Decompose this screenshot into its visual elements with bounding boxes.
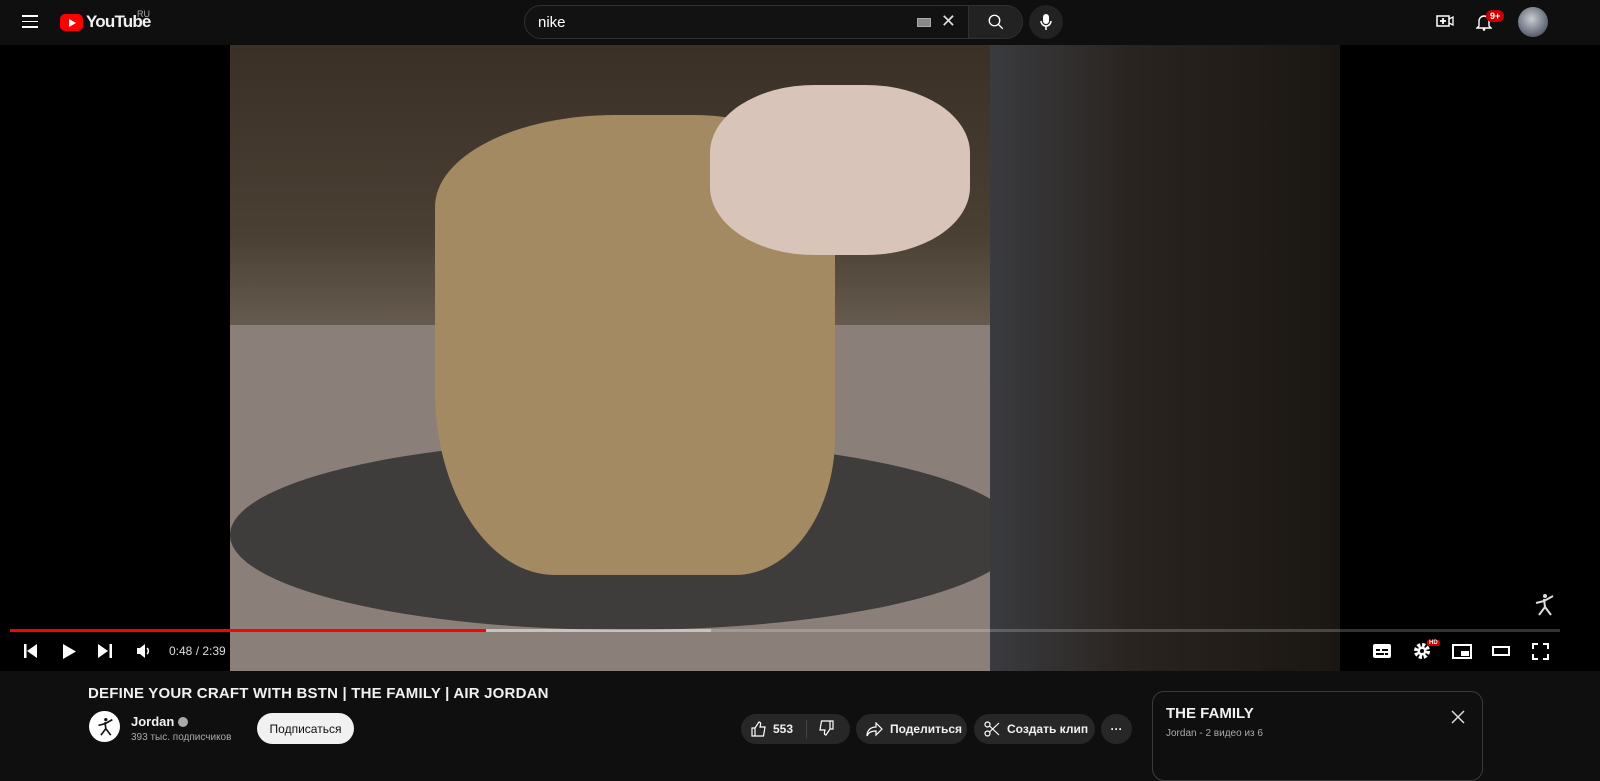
channel-avatar[interactable]	[89, 711, 120, 742]
close-playlist-icon[interactable]	[1451, 710, 1465, 724]
like-count: 553	[773, 722, 794, 736]
channel-name-text[interactable]: Jordan	[131, 714, 174, 729]
fullscreen-icon	[1532, 642, 1549, 660]
microphone-icon	[1040, 14, 1052, 30]
video-frame[interactable]	[230, 45, 1340, 671]
channel-name[interactable]: Jordan	[131, 714, 189, 729]
like-button[interactable]: 553	[741, 720, 807, 738]
next-button[interactable]	[98, 641, 112, 661]
play-icon	[63, 643, 76, 659]
search-button[interactable]	[968, 6, 1022, 38]
played-bar	[10, 629, 486, 632]
miniplayer-icon	[1452, 643, 1472, 659]
more-icon: ···	[1110, 722, 1123, 736]
more-actions-button[interactable]: ···	[1101, 714, 1132, 744]
share-icon	[866, 721, 883, 736]
masthead: YouTube RU ✕ 9+	[0, 0, 1600, 45]
verified-icon	[178, 717, 189, 727]
like-dislike-group: 553	[741, 714, 850, 744]
time-display: 0:48 / 2:39	[169, 644, 226, 658]
playlist-subtitle: Jordan - 2 видео из 6	[1166, 728, 1263, 739]
share-label: Поделиться	[890, 722, 963, 736]
create-clip-button[interactable]: Создать клип	[974, 714, 1095, 744]
subtitles-icon	[1373, 644, 1391, 658]
subtitles-button[interactable]	[1373, 641, 1391, 661]
region-label: RU	[137, 9, 150, 19]
create-video-icon[interactable]	[1436, 13, 1454, 29]
subscriber-count: 393 тыс. подписчиков	[131, 732, 232, 743]
miniplayer-button[interactable]	[1452, 641, 1472, 661]
playlist-title[interactable]: THE FAMILY	[1166, 705, 1254, 722]
search-icon	[988, 14, 1003, 30]
play-button[interactable]	[63, 641, 76, 661]
scissors-icon	[984, 721, 1000, 737]
youtube-play-icon	[60, 13, 83, 31]
previous-button[interactable]	[24, 641, 38, 661]
jumpman-logo-icon	[97, 717, 113, 736]
notifications-badge: 9+	[1486, 10, 1505, 22]
video-title: DEFINE YOUR CRAFT WITH BSTN | THE FAMILY…	[88, 685, 549, 702]
theater-icon	[1492, 646, 1510, 656]
voice-search-button[interactable]	[1029, 5, 1063, 39]
mute-button[interactable]	[137, 641, 151, 661]
clear-search-icon[interactable]: ✕	[941, 11, 956, 38]
hd-badge: HD	[1427, 640, 1440, 646]
search-input[interactable]	[525, 6, 917, 38]
next-icon	[98, 644, 112, 658]
share-button[interactable]: Поделиться	[856, 714, 967, 744]
account-avatar[interactable]	[1518, 7, 1548, 37]
progress-bar[interactable]	[10, 629, 1560, 632]
dislike-button[interactable]	[807, 719, 834, 739]
jordan-watermark-icon	[1535, 594, 1554, 616]
thumbs-up-icon	[751, 721, 766, 737]
theater-mode-button[interactable]	[1492, 641, 1510, 661]
keyboard-icon[interactable]	[916, 18, 931, 27]
fullscreen-button[interactable]	[1532, 641, 1549, 661]
subscribe-button[interactable]: Подписаться	[257, 713, 354, 744]
volume-icon	[137, 644, 150, 658]
create-clip-label: Создать клип	[1007, 722, 1089, 736]
video-player[interactable]: 0:48 / 2:39 HD	[0, 45, 1600, 671]
previous-icon	[24, 644, 37, 658]
search-box: ✕	[524, 5, 1023, 39]
thumbs-down-icon	[819, 719, 834, 736]
menu-icon[interactable]	[22, 15, 38, 28]
